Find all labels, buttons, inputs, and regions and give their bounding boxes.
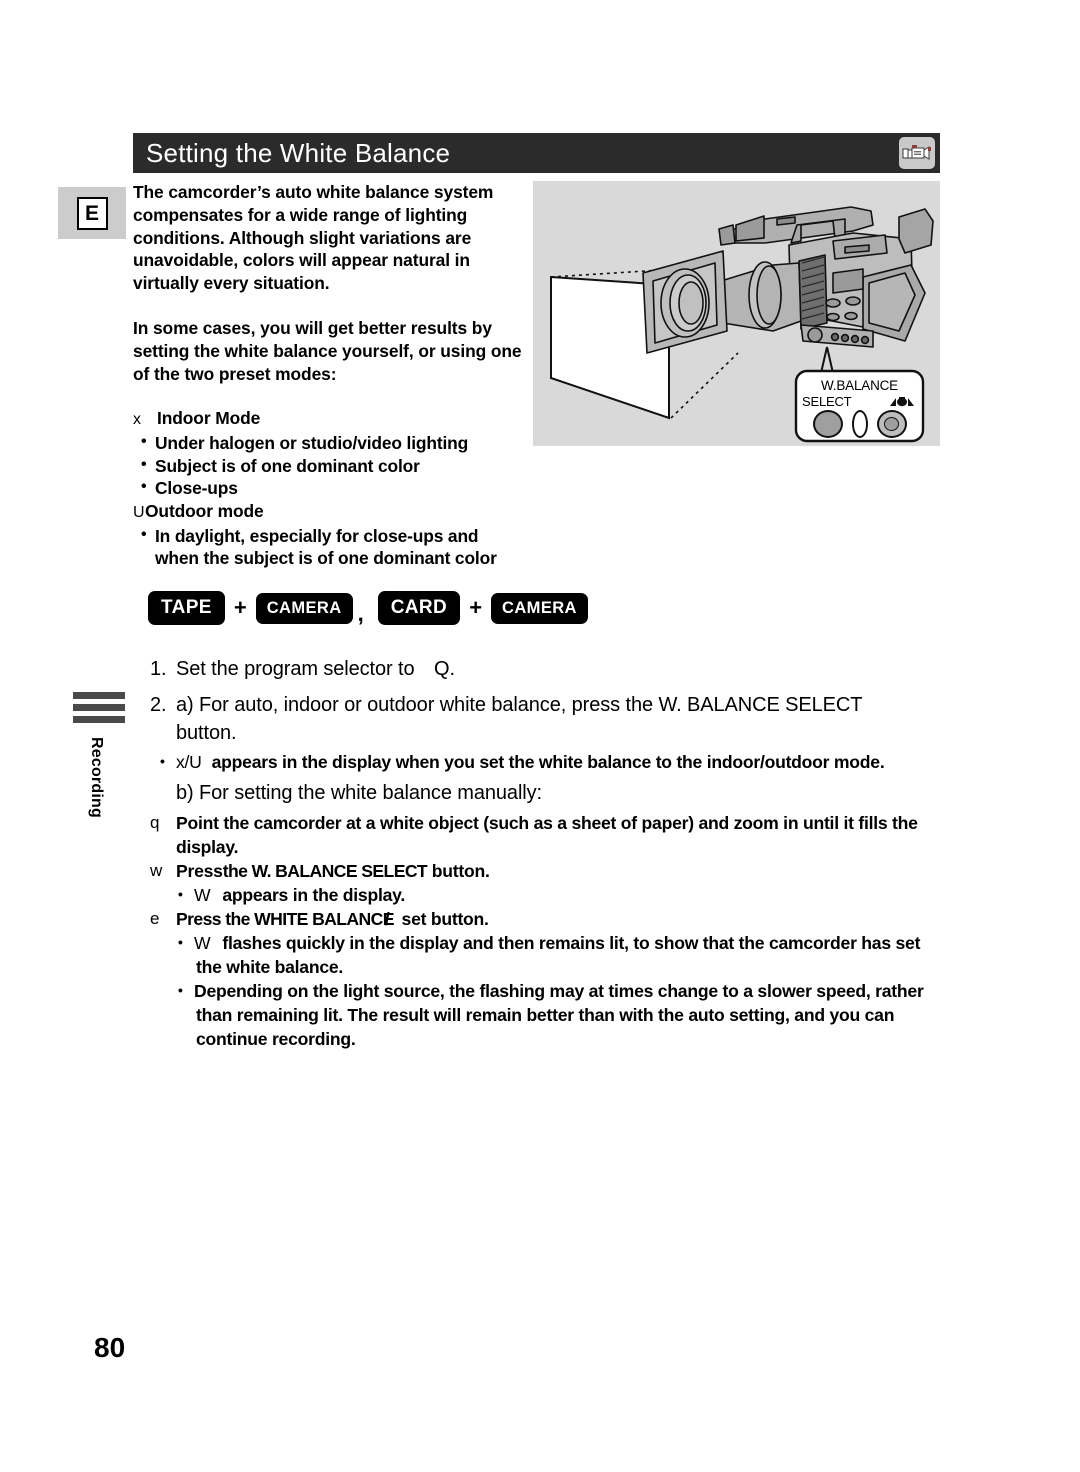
note-w: Wappears in the display. bbox=[150, 882, 1035, 907]
indoor-mode-bullets: Under halogen or studio/video lighting S… bbox=[133, 431, 533, 500]
step-1: 1. Set the program selector to Q. bbox=[150, 655, 1035, 683]
white-balance-set-button[interactable] bbox=[876, 410, 907, 438]
white-balance-w-icon: W bbox=[194, 885, 211, 905]
list-item-line-1: In daylight, especially for close-ups an… bbox=[155, 525, 479, 546]
substep-2-text-b: the W. BALANCE SELECT bbox=[222, 861, 428, 881]
indoor-outdoor-icon-pair: x/U bbox=[176, 752, 202, 772]
callout-leader bbox=[826, 346, 834, 374]
mode-badge-row: TAPE + CAMERA , CARD + CAMERA bbox=[148, 591, 588, 625]
step-2b: b) For setting the white balance manuall… bbox=[150, 779, 1035, 807]
camcorder-icon bbox=[899, 137, 935, 169]
badge-separator: , bbox=[357, 601, 364, 626]
callout-leader-2 bbox=[820, 346, 828, 374]
status-led bbox=[851, 410, 868, 438]
substep-1: q Point the camcorder at a white object … bbox=[150, 811, 1035, 859]
side-tab-bar-2 bbox=[73, 704, 125, 711]
circled-number-1-icon: q bbox=[150, 813, 160, 832]
white-balance-set-glyph: / bbox=[384, 909, 390, 929]
step-2a-text: a) For auto, indoor or outdoor white bal… bbox=[176, 694, 863, 716]
camcorder-body bbox=[642, 206, 934, 354]
indoor-mode-label: Indoor Mode bbox=[157, 408, 261, 429]
note-e-continuation: the white balance. bbox=[196, 957, 344, 977]
note-final: Depending on the light source, the flash… bbox=[150, 978, 1035, 1051]
step-2-number: 2. bbox=[150, 694, 167, 716]
outdoor-mode-bullets: In daylight, especially for close-ups an… bbox=[133, 524, 533, 570]
side-tab-label: Recording bbox=[88, 737, 105, 818]
section-header-bar: Setting the White Balance bbox=[133, 133, 940, 173]
list-item-line-2: when the subject is of one dominant colo… bbox=[155, 548, 497, 569]
note-final-line-1: Depending on the light source, the flash… bbox=[194, 981, 924, 1001]
substep-1-text: Point the camcorder at a white object (s… bbox=[176, 813, 918, 833]
outdoor-mode-label: Outdoor mode bbox=[145, 500, 264, 521]
substep-1-continuation: display. bbox=[176, 837, 239, 857]
note-final-line-2: than remaining lit. The result will rema… bbox=[196, 1005, 895, 1025]
instruction-steps: 1. Set the program selector to Q. 2. a) … bbox=[150, 655, 1035, 1051]
step-1-text: Set the program selector to Q. bbox=[176, 655, 1035, 683]
substep-2: w Pressthe W. BALANCE SELECT button. bbox=[150, 859, 1035, 883]
intro-paragraph-1: The camcorder’s auto white balance syste… bbox=[133, 182, 494, 294]
list-item: Subject is of one dominant color bbox=[133, 454, 533, 478]
intro-text-column: The camcorder’s auto white balance syste… bbox=[133, 181, 533, 570]
callout-contents: W.BALANCE SELECT bbox=[796, 371, 923, 441]
callout-title: W.BALANCE bbox=[821, 378, 898, 393]
note-2a: x/U appears in the display when you set t… bbox=[150, 749, 1035, 774]
camcorder-illustration: W.BALANCE SELECT bbox=[533, 181, 940, 446]
list-item: In daylight, especially for close-ups an… bbox=[133, 524, 533, 570]
outdoor-mode-icon: U bbox=[133, 503, 145, 521]
note-e: Wflashes quickly in the display and then… bbox=[150, 930, 1035, 979]
substep-3-text-c: set button. bbox=[401, 909, 489, 929]
callout-select-label: SELECT bbox=[802, 394, 852, 409]
step-2: 2. a) For auto, indoor or outdoor white … bbox=[150, 691, 1035, 747]
badge-tape: TAPE bbox=[148, 591, 225, 625]
badge-plus-1: + bbox=[233, 595, 247, 620]
side-tab-bar-1 bbox=[73, 692, 125, 699]
page-number: 80 bbox=[94, 1332, 126, 1363]
note-e-text: flashes quickly in the display and then … bbox=[222, 933, 921, 953]
white-balance-w-icon-2: W bbox=[194, 933, 211, 953]
list-item: Close-ups bbox=[133, 476, 533, 500]
step-2a-continuation: button. bbox=[176, 722, 237, 744]
language-marker: E bbox=[58, 187, 126, 239]
circled-number-2-icon: w bbox=[150, 861, 163, 880]
badge-card: CARD bbox=[377, 591, 461, 625]
substep-2-text-a: Press bbox=[176, 861, 223, 881]
language-marker-letter: E bbox=[76, 196, 108, 230]
program-selector-icon: Q bbox=[434, 658, 450, 680]
white-balance-select-button[interactable] bbox=[812, 410, 843, 438]
step-1-text-before: Set the program selector to bbox=[176, 658, 415, 680]
badge-camera-1: CAMERA bbox=[255, 592, 353, 624]
indoor-mode-icon: x bbox=[133, 411, 141, 429]
substep-3: e Press the WHITE BALANCE/ set button. bbox=[150, 907, 1035, 931]
badge-camera-2: CAMERA bbox=[491, 592, 588, 624]
white-balance-set-icon bbox=[889, 396, 915, 408]
indoor-mode-heading: x Indoor Mode bbox=[133, 407, 533, 432]
side-tab-bars bbox=[73, 692, 125, 723]
substep-3-text-a: Press the WHITE BALANCE bbox=[176, 909, 394, 929]
substep-2-text-c: button. bbox=[431, 861, 490, 881]
step-2b-text: b) For setting the white balance manuall… bbox=[176, 782, 542, 804]
paragraph-spacer-2 bbox=[133, 385, 533, 407]
chapter-side-tab: Recording bbox=[73, 692, 125, 818]
step-1-text-after: . bbox=[449, 658, 455, 680]
note-final-line-3: continue recording. bbox=[196, 1029, 356, 1049]
intro-paragraph-2: In some cases, you will get better resul… bbox=[133, 317, 522, 384]
badge-plus-2: + bbox=[469, 595, 483, 620]
step-1-number: 1. bbox=[150, 658, 167, 680]
side-tab-bar-3 bbox=[73, 716, 125, 723]
list-item: Under halogen or studio/video lighting bbox=[133, 431, 533, 455]
outdoor-mode-heading: U Outdoor mode bbox=[133, 500, 533, 525]
note-2a-text: appears in the display when you set the … bbox=[211, 752, 885, 772]
page-title: Setting the White Balance bbox=[146, 137, 451, 168]
note-w-text: appears in the display. bbox=[222, 885, 405, 905]
circled-number-3-icon: e bbox=[150, 909, 160, 928]
